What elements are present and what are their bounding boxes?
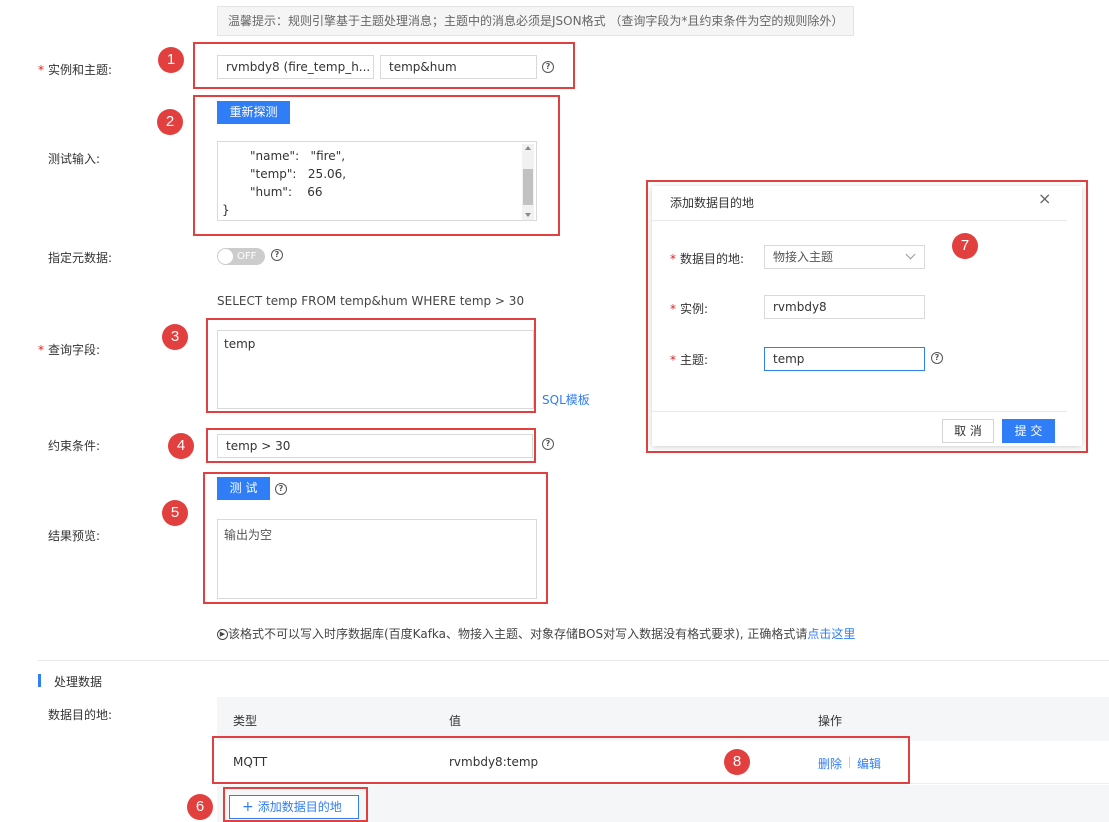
- dialog-destination-label: * 数据目的地:: [670, 250, 744, 267]
- annotation-badge-3: 3: [162, 324, 188, 350]
- preview-label: 结果预览:: [48, 529, 101, 543]
- test-input-textarea[interactable]: "name": "fire", "temp": 25.06, "hum": 66…: [217, 141, 537, 221]
- add-destination-label: 添加数据目的地: [257, 800, 342, 814]
- submit-button[interactable]: 提 交: [1002, 419, 1055, 443]
- column-header-actions: 操作: [818, 714, 843, 728]
- divider: [38, 660, 1109, 661]
- destination-select-value: 物接入主题: [773, 250, 834, 264]
- format-note-text: 该格式不可以写入时序数据库(百度Kafka、物接入主题、对象存储BOS对写入数据…: [228, 627, 808, 641]
- chevron-down-icon: [905, 249, 916, 260]
- metadata-toggle[interactable]: OFF: [217, 248, 265, 265]
- scroll-down-icon[interactable]: [525, 213, 531, 217]
- scrollbar-track[interactable]: [522, 144, 534, 220]
- toggle-knob: [218, 249, 233, 264]
- add-destination-dialog: 添加数据目的地 × * 数据目的地: 物接入主题 * 实例: rvmbdy8 * 主题…: [652, 186, 1082, 446]
- annotation-badge-6: 6: [187, 794, 213, 820]
- format-note: ▶ 该格式不可以写入时序数据库(百度Kafka、物接入主题、对象存储BOS对写入数…: [217, 625, 855, 642]
- query-field-label: * 查询字段:: [38, 341, 100, 358]
- cancel-button[interactable]: 取 消: [942, 419, 994, 443]
- dialog-instance-label-text: 实例:: [680, 302, 709, 316]
- annotation-box-8: [212, 736, 910, 784]
- annotation-badge-2: 2: [157, 109, 183, 135]
- required-marker: *: [670, 252, 676, 266]
- redetect-button[interactable]: 重新探测: [217, 101, 290, 124]
- instance-topic-label: * 实例和主题:: [38, 61, 112, 78]
- help-icon[interactable]: ?: [542, 61, 554, 73]
- sql-statement: SELECT temp FROM temp&hum WHERE temp > 3…: [217, 294, 525, 308]
- query-field-textarea[interactable]: temp: [217, 330, 534, 409]
- query-field-label-text: 查询字段:: [48, 343, 101, 357]
- test-input-label: 测试输入:: [48, 152, 101, 166]
- annotation-badge-7: 7: [952, 233, 978, 259]
- metadata-label: 指定元数据:: [48, 251, 113, 265]
- preview-output: 输出为空: [217, 519, 537, 599]
- plus-icon: +: [242, 799, 254, 815]
- dialog-title: 添加数据目的地: [670, 196, 755, 210]
- dialog-topic-input[interactable]: temp: [764, 347, 925, 371]
- annotation-badge-5: 5: [162, 500, 188, 526]
- notice-bar: 温馨提示：规则引擎基于主题处理消息；主题中的消息必须是JSON格式 （查询字段为…: [217, 6, 854, 36]
- dialog-divider: [652, 220, 1067, 221]
- format-help-link[interactable]: 点击这里: [807, 627, 855, 641]
- test-input-line: "hum": 66: [250, 185, 323, 199]
- dialog-footer-divider: [652, 411, 1067, 412]
- destination-label: 数据目的地:: [48, 708, 113, 722]
- column-header-type: 类型: [233, 714, 258, 728]
- scroll-up-icon[interactable]: [525, 146, 531, 150]
- instance-topic-label-text: 实例和主题:: [48, 63, 113, 77]
- sql-template-link[interactable]: SQL模板: [542, 391, 590, 408]
- test-input-line: "name": "fire",: [250, 149, 346, 163]
- help-icon[interactable]: ?: [271, 249, 283, 261]
- instance-select[interactable]: rvmbdy8 (fire_temp_h...: [217, 55, 374, 79]
- required-marker: *: [670, 302, 676, 316]
- annotation-badge-8: 8: [724, 749, 750, 775]
- section-marker: [38, 674, 41, 687]
- test-button[interactable]: 测 试: [217, 477, 270, 500]
- dialog-instance-input[interactable]: rvmbdy8: [764, 295, 925, 319]
- help-icon[interactable]: ?: [275, 483, 287, 495]
- section-title: 处理数据: [54, 675, 103, 689]
- condition-input[interactable]: temp > 30: [217, 434, 533, 458]
- annotation-badge-4: 4: [168, 433, 194, 459]
- test-input-line: "temp": 25.06,: [250, 167, 347, 181]
- dialog-destination-label-text: 数据目的地:: [680, 252, 745, 266]
- annotation-badge-1: 1: [158, 47, 184, 73]
- dialog-topic-label: * 主题:: [670, 351, 708, 368]
- info-icon: ▶: [217, 629, 228, 640]
- required-marker: *: [670, 353, 676, 367]
- help-icon[interactable]: ?: [542, 438, 554, 450]
- dialog-instance-label: * 实例:: [670, 300, 708, 317]
- table-header: 类型 值 操作: [217, 697, 1109, 741]
- add-destination-button[interactable]: + 添加数据目的地: [229, 795, 359, 819]
- required-marker: *: [38, 343, 44, 357]
- column-header-value: 值: [449, 714, 462, 728]
- scrollbar-thumb[interactable]: [523, 169, 533, 205]
- dialog-topic-label-text: 主题:: [680, 353, 709, 367]
- toggle-text: OFF: [237, 251, 257, 262]
- destination-select[interactable]: 物接入主题: [764, 245, 925, 269]
- condition-label: 约束条件:: [48, 439, 101, 453]
- help-icon[interactable]: ?: [931, 352, 943, 364]
- close-icon[interactable]: ×: [1038, 189, 1051, 208]
- topic-select[interactable]: temp&hum: [380, 55, 537, 79]
- required-marker: *: [38, 63, 44, 77]
- test-input-close-brace: }: [222, 203, 230, 217]
